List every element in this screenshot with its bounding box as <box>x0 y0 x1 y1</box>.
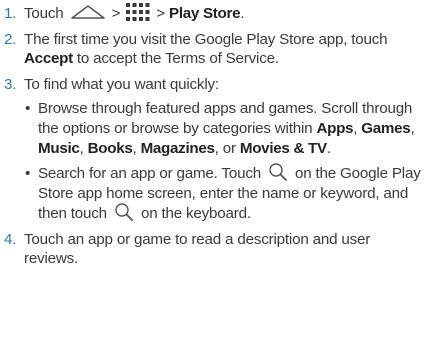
accept-term: Accept <box>24 50 73 68</box>
bullet-list: • Browse through featured apps and games… <box>24 99 428 223</box>
search-icon <box>114 202 134 222</box>
step-1: 1. Touch > > Play Store. <box>2 2 428 24</box>
books-term: Books <box>87 139 133 157</box>
conjunction: , or <box>214 139 240 157</box>
step-number: 4. <box>4 230 17 248</box>
instructions-document: 1. Touch > > Play Store. 2. The first ti… <box>0 0 434 269</box>
separator: > <box>107 5 125 22</box>
bullet-glyph: • <box>25 100 31 118</box>
games-term: Games <box>361 119 411 137</box>
bullet-text: on the keyboard. <box>136 204 251 222</box>
period: . <box>326 139 331 157</box>
home-icon <box>70 4 106 20</box>
bullet-text: Search for an app or game. Touch <box>38 165 265 183</box>
music-term: Music <box>38 139 80 157</box>
movies-tv-term: Movies & TV <box>239 139 327 157</box>
step-3: 3. To find what you want quickly: • Brow… <box>2 75 428 224</box>
apps-grid-icon <box>126 2 150 21</box>
comma: , <box>79 139 88 157</box>
step-text: to accept the Terms of Service. <box>72 50 279 68</box>
step-number: 3. <box>4 75 17 93</box>
apps-term: Apps <box>316 119 354 137</box>
step-2: 2. The first time you visit the Google P… <box>2 30 428 69</box>
step-text: To find what you want quickly: <box>24 75 219 93</box>
step-text: Touch an app or game to read a descripti… <box>24 230 371 268</box>
step-number: 2. <box>4 30 17 48</box>
comma: , <box>132 139 141 157</box>
step-4: 4. Touch an app or game to read a descri… <box>2 230 428 269</box>
bullet-glyph: • <box>25 165 31 183</box>
step-number: 1. <box>4 5 17 22</box>
step-text: Touch <box>24 5 64 22</box>
step-text: The first time you visit the Google Play… <box>24 30 388 48</box>
magazines-term: Magazines <box>140 139 215 157</box>
bullet-item-browse: • Browse through featured apps and games… <box>24 99 428 158</box>
search-icon <box>268 162 288 182</box>
bullet-item-search: • Search for an app or game. Touch on th… <box>24 162 428 224</box>
step-end: . <box>240 5 245 22</box>
play-store-term: Play Store <box>169 5 241 22</box>
comma: , <box>410 119 415 137</box>
separator: > <box>152 5 169 22</box>
